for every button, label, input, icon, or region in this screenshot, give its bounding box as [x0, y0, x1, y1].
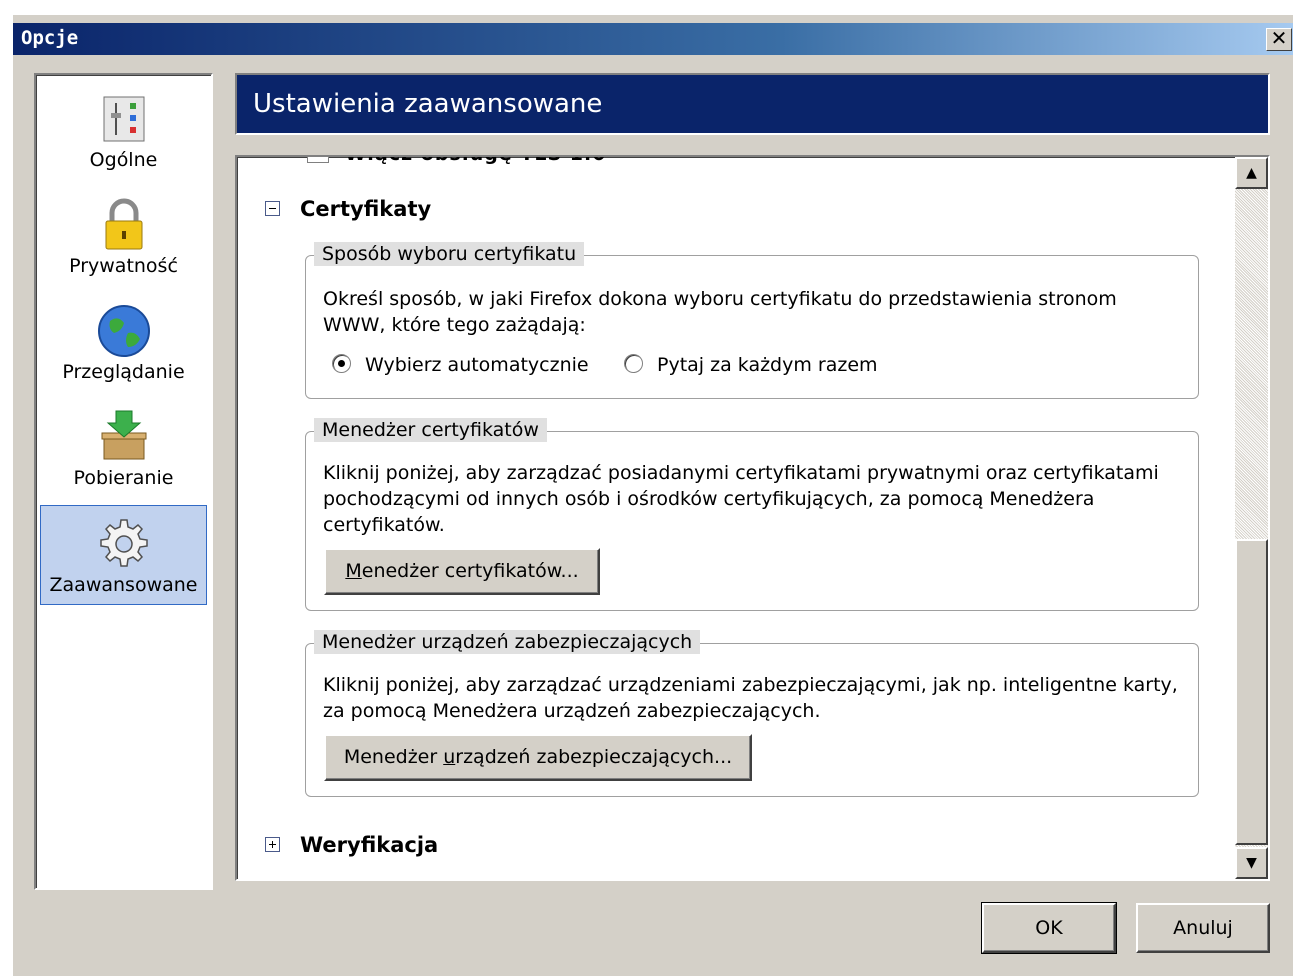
group-legend: Menedżer certyfikatów	[314, 418, 547, 442]
cert-manager-group: Menedżer certyfikatów Kliknij poniżej, a…	[305, 418, 1199, 611]
expand-icon[interactable]	[265, 836, 280, 852]
radio-label: Pytaj za każdym razem	[657, 354, 878, 376]
scroll-down-button[interactable]: ▼	[1235, 847, 1268, 879]
sidebar-item-label: Ogólne	[89, 149, 158, 171]
settings-scroll-pane[interactable]: Włącz obsługę TLS 1.0 Certyfikaty Sposób…	[235, 155, 1270, 881]
sidebar-item-general[interactable]: Ogólne	[40, 81, 207, 181]
radio-ask[interactable]: Pytaj za każdym razem	[624, 354, 878, 376]
arrow-up-icon: ▲	[1246, 165, 1257, 181]
radio-auto[interactable]: Wybierz automatycznie	[332, 354, 589, 376]
sidebar-item-label: Przeglądanie	[62, 361, 185, 383]
lock-icon	[105, 198, 142, 250]
sidebar-item-label: Zaawansowane	[49, 574, 198, 596]
close-button[interactable]: ✕	[1266, 28, 1292, 51]
ok-button[interactable]: OK	[981, 902, 1117, 954]
vertical-scrollbar[interactable]: ▲ ▼	[1235, 157, 1268, 879]
arrow-down-icon: ▼	[1246, 855, 1257, 871]
sidebar-item-browsing[interactable]: Przeglądanie	[40, 293, 207, 393]
pane-header: Ustawienia zaawansowane	[235, 73, 1270, 135]
cut-off-setting: Włącz obsługę TLS 1.0	[345, 157, 606, 165]
close-icon: ✕	[1270, 26, 1288, 50]
group-legend: Sposób wyboru certyfikatu	[314, 242, 585, 266]
sidebar-item-advanced[interactable]: Zaawansowane	[40, 505, 207, 605]
group-description: Określ sposób, w jaki Firefox dokona wyb…	[323, 288, 1117, 336]
group-description: Kliknij poniżej, aby zarządzać urządzeni…	[323, 674, 1178, 722]
security-devices-group: Menedżer urządzeń zabezpieczających Klik…	[305, 630, 1199, 797]
pane-title: Ustawienia zaawansowane	[253, 89, 603, 119]
radio-label: Wybierz automatycznie	[365, 354, 589, 376]
window-title: Opcje	[21, 27, 79, 49]
cert-selection-group: Sposób wyboru certyfikatu Określ sposób,…	[305, 242, 1199, 399]
section-title: Certyfikaty	[300, 197, 432, 221]
section-title: Weryfikacja	[300, 833, 439, 857]
radio-button[interactable]	[624, 354, 643, 373]
section-certificates: Certyfikaty	[265, 197, 431, 221]
tls-checkbox[interactable]	[307, 157, 329, 163]
options-dialog: Opcje ✕ Ogólne Prywatność Przeglądanie P…	[12, 14, 1293, 976]
sidebar-item-label: Prywatność	[69, 255, 178, 277]
sidebar-item-privacy[interactable]: Prywatność	[40, 187, 207, 287]
download-icon	[101, 410, 146, 460]
cert-manager-button[interactable]: Menedżer certyfikatów...	[324, 548, 600, 595]
general-icon	[103, 96, 144, 142]
section-verification: Weryfikacja	[265, 833, 438, 857]
radio-button[interactable]	[332, 354, 351, 373]
security-devices-button[interactable]: Menedżer urządzeń zabezpieczających...	[324, 734, 752, 781]
sidebar-item-downloads[interactable]: Pobieranie	[40, 399, 207, 499]
scroll-up-button[interactable]: ▲	[1235, 157, 1268, 189]
collapse-icon[interactable]	[265, 200, 280, 216]
scroll-thumb[interactable]	[1235, 539, 1268, 845]
gear-icon	[99, 519, 148, 567]
globe-icon	[97, 305, 150, 357]
group-description: Kliknij poniżej, aby zarządzać posiadany…	[323, 462, 1159, 536]
title-bar[interactable]: Opcje ✕	[13, 23, 1293, 55]
group-legend: Menedżer urządzeń zabezpieczających	[314, 630, 701, 654]
category-sidebar: Ogólne Prywatność Przeglądanie Pobierani…	[34, 73, 213, 890]
sidebar-item-label: Pobieranie	[73, 467, 174, 489]
cancel-button[interactable]: Anuluj	[1136, 903, 1270, 953]
